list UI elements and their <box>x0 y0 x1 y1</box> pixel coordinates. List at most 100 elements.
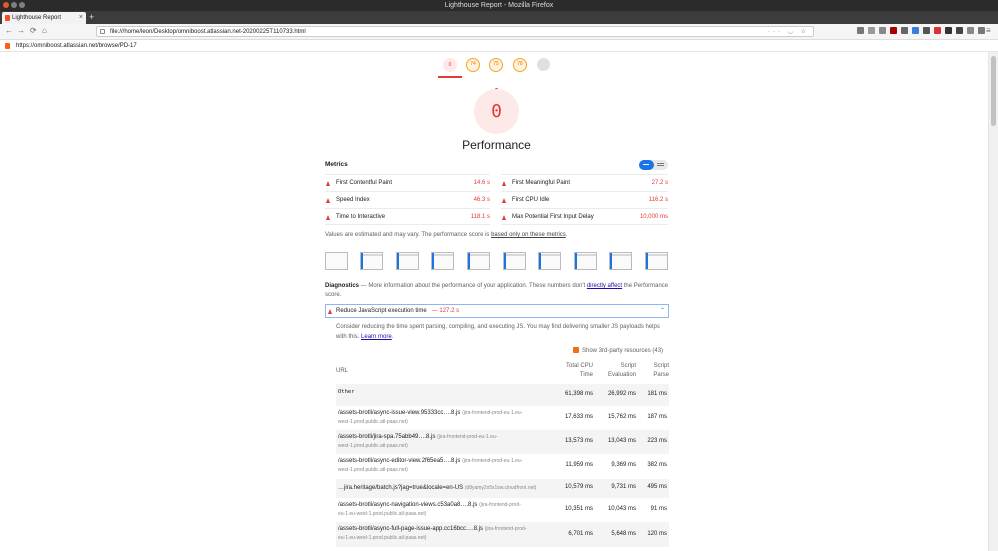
close-window-button[interactable] <box>3 2 9 8</box>
page-actions-icon[interactable]: ··· <box>768 29 783 35</box>
gauge-seo[interactable]: 78 <box>513 58 527 72</box>
page-info-icon[interactable] <box>100 29 105 34</box>
sidebar-icon[interactable] <box>868 27 875 34</box>
window-title: Lighthouse Report - Mozilla Firefox <box>444 2 554 9</box>
table-row: /assets-brotli/async-full-page-issue-app… <box>336 522 669 547</box>
gauge-accessibility[interactable]: 74 <box>466 58 480 72</box>
filmstrip-frame <box>396 252 419 270</box>
filmstrip-frame <box>503 252 526 270</box>
window-titlebar: Lighthouse Report - Mozilla Firefox <box>0 0 998 11</box>
table-row: /assets-brotli/async-editor-view.2f65ea5… <box>338 458 667 473</box>
expanded-view-button[interactable] <box>657 163 664 164</box>
new-tab-button[interactable]: + <box>89 11 94 24</box>
lighthouse-favicon-icon <box>5 15 10 21</box>
fail-icon <box>328 309 332 314</box>
filmstrip-frame <box>538 252 561 270</box>
tab-bar: Lighthouse Report × + <box>0 11 998 24</box>
maximize-window-button[interactable] <box>19 2 25 8</box>
home-icon[interactable]: ⌂ <box>42 26 47 35</box>
fail-icon <box>502 215 506 220</box>
gauge-performance[interactable]: 0 <box>443 58 457 72</box>
scrollbar-thumb[interactable] <box>991 56 996 126</box>
based-on-metrics-link[interactable]: based only on these metrics <box>491 232 566 238</box>
forward-icon[interactable]: → <box>17 26 25 35</box>
metrics-heading: Metrics <box>325 161 348 168</box>
directly-affect-link[interactable]: directly affect <box>587 283 622 289</box>
active-category-indicator <box>438 76 462 78</box>
fail-icon <box>502 181 506 186</box>
screenshot-filmstrip <box>325 252 669 272</box>
filmstrip-frame <box>467 252 490 270</box>
url-text: file:///home/leon/Desktop/omniboost.atla… <box>110 29 306 35</box>
chevron-up-icon[interactable]: ⌃ <box>660 305 665 318</box>
fail-icon <box>326 198 330 203</box>
table-header: URL Total CPU Time Script Evaluation Scrip… <box>336 360 669 382</box>
filmstrip-frame <box>325 252 348 270</box>
col-script-parse: Script Parse <box>653 363 669 378</box>
report-url: https://omniboost.atlassian.net/browse/P… <box>16 43 137 49</box>
filmstrip-frame <box>360 252 383 270</box>
library-icon[interactable] <box>857 27 864 34</box>
page-scrollbar[interactable] <box>988 52 998 551</box>
menu-icon[interactable]: ≡ <box>986 26 991 35</box>
bookmark-star-icon[interactable]: ☆ <box>801 29 809 35</box>
audit-reduce-js-execution[interactable]: Reduce JavaScript execution time — 127.2 … <box>325 304 669 318</box>
audit-description: Consider reducing the time spent parsing… <box>336 324 660 340</box>
col-url: URL <box>336 368 349 374</box>
toolbar-icons <box>857 27 985 34</box>
tab-lighthouse-report[interactable]: Lighthouse Report × <box>2 12 86 24</box>
learn-more-link[interactable]: Learn more <box>361 334 392 340</box>
performance-score-gauge: 0 <box>474 89 519 134</box>
metric-max-potential-fid: Max Potential First Input Delay 10,000 m… <box>501 208 668 225</box>
metric-time-to-interactive: Time to Interactive 118.1 s <box>325 208 490 225</box>
minimize-window-button[interactable] <box>11 2 17 8</box>
window-controls <box>3 2 25 8</box>
navigation-toolbar: ← → ⟳ ⌂ file:///home/leon/Desktop/omnibo… <box>0 24 998 40</box>
fail-icon <box>502 198 506 203</box>
table-row: /assets-brotli/async-issue-view.95333cc…… <box>338 410 667 425</box>
third-party-filter[interactable]: Show 3rd-party resources (43) <box>573 347 663 354</box>
report-url-bar: https://omniboost.atlassian.net/browse/P… <box>0 40 998 52</box>
filmstrip-frame <box>574 252 597 270</box>
metrics-view-toggle[interactable] <box>639 160 668 170</box>
extension-3-icon[interactable] <box>923 27 930 34</box>
extension-2-icon[interactable] <box>912 27 919 34</box>
reader-icon[interactable] <box>879 27 886 34</box>
filmstrip-frame <box>645 252 668 270</box>
col-total-cpu: Total CPU Time <box>565 363 593 378</box>
gauge-pwa[interactable] <box>537 58 550 71</box>
filmstrip-frame <box>431 252 454 270</box>
table-row: /assets-brotli/async-navigation-views.c5… <box>338 502 667 517</box>
extension-6-icon[interactable] <box>956 27 963 34</box>
extension-5-icon[interactable] <box>945 27 952 34</box>
close-tab-icon[interactable]: × <box>79 12 83 24</box>
pocket-icon[interactable]: ◡ <box>788 29 796 35</box>
fail-icon <box>326 215 330 220</box>
metric-speed-index: Speed Index 46.3 s <box>325 191 490 208</box>
back-icon[interactable]: ← <box>5 26 13 35</box>
table-row: Other 61,398 ms 26,992 ms 181 ms <box>336 384 669 406</box>
tab-title: Lighthouse Report <box>12 15 62 21</box>
extension-4-icon[interactable] <box>934 27 941 34</box>
compact-view-button[interactable] <box>639 160 654 170</box>
diagnostics-heading: Diagnostics <box>325 283 360 289</box>
metric-first-cpu-idle: First CPU Idle 116.2 s <box>501 191 668 208</box>
reload-icon[interactable]: ⟳ <box>30 26 37 35</box>
url-bar[interactable]: file:///home/leon/Desktop/omniboost.atla… <box>96 26 814 37</box>
filmstrip-frame <box>609 252 632 270</box>
gauge-best-practices[interactable]: 75 <box>489 58 503 72</box>
diagnostics-intro: Diagnostics — More information about the… <box>325 283 669 298</box>
lighthouse-logo-icon <box>5 43 10 49</box>
extension-8-icon[interactable] <box>978 27 985 34</box>
audit-value: — 127.2 s <box>431 308 460 314</box>
metrics-note: Values are estimated and may vary. The p… <box>325 232 568 238</box>
extension-icon[interactable] <box>901 27 908 34</box>
third-party-checkbox[interactable] <box>573 347 579 353</box>
fail-icon <box>326 181 330 186</box>
audit-title: Reduce JavaScript execution time <box>336 308 427 314</box>
ublock-icon[interactable] <box>890 27 897 34</box>
metric-first-contentful-paint: First Contentful Paint 14.6 s <box>325 174 490 191</box>
table-row: …jira.heritage/batch.js?jag=true&locale=… <box>336 479 669 498</box>
extension-7-icon[interactable] <box>967 27 974 34</box>
table-row: /assets-brotli/jira-spa.75abb49….8.js (j… <box>336 430 669 454</box>
